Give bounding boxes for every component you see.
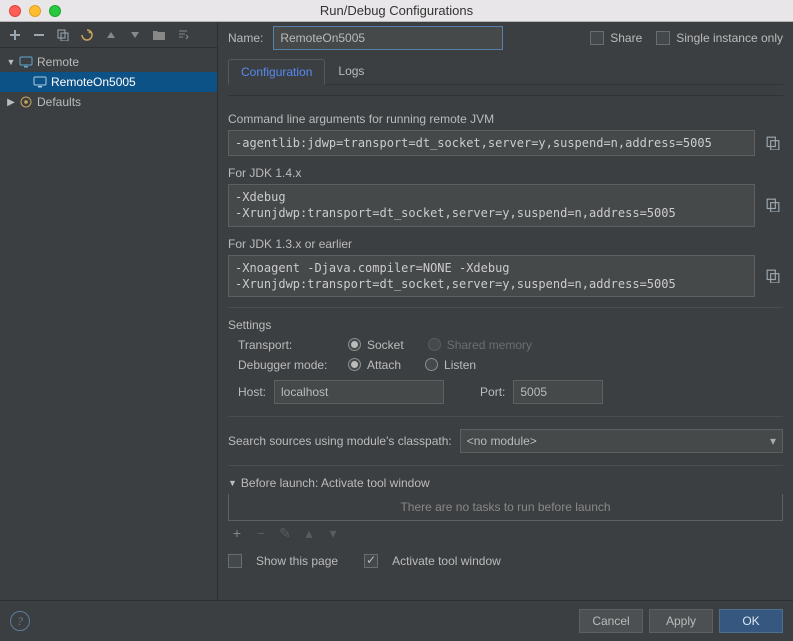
before-launch-label: Before launch: Activate tool window bbox=[241, 476, 430, 490]
copy-config-button[interactable] bbox=[56, 28, 70, 42]
before-launch-header[interactable]: ▼ Before launch: Activate tool window bbox=[228, 476, 783, 490]
module-classpath-value: <no module> bbox=[467, 434, 537, 448]
name-label: Name: bbox=[228, 31, 263, 45]
debugger-attach-radio[interactable] bbox=[348, 358, 361, 371]
configuration-panel: Command line arguments for running remot… bbox=[228, 95, 783, 600]
jdk13-heading: For JDK 1.3.x or earlier bbox=[228, 237, 783, 251]
share-label: Share bbox=[610, 31, 642, 45]
debugger-listen-label: Listen bbox=[444, 358, 476, 372]
remote-config-icon bbox=[32, 76, 48, 88]
dialog-footer: ? Cancel Apply OK bbox=[0, 600, 793, 641]
settings-heading: Settings bbox=[228, 318, 783, 332]
before-launch-empty: There are no tasks to run before launch bbox=[400, 500, 610, 514]
transport-shared-label: Shared memory bbox=[447, 338, 532, 352]
copy-button[interactable] bbox=[763, 133, 783, 153]
help-button[interactable]: ? bbox=[10, 611, 30, 631]
transport-label: Transport: bbox=[238, 338, 348, 352]
minimize-window-button[interactable] bbox=[29, 5, 41, 17]
module-classpath-row: Search sources using module's classpath:… bbox=[228, 429, 783, 453]
config-tree: ▼ Remote RemoteOn5005 ▶ Defaults bbox=[0, 48, 217, 600]
share-checkbox[interactable] bbox=[590, 31, 604, 45]
remove-config-button[interactable] bbox=[32, 28, 46, 42]
expand-toggle-icon[interactable]: ▶ bbox=[4, 97, 18, 108]
activate-tool-window-label: Activate tool window bbox=[392, 554, 501, 568]
cmd-heading: Command line arguments for running remot… bbox=[228, 112, 783, 126]
sort-button[interactable] bbox=[176, 28, 190, 42]
show-this-page-label: Show this page bbox=[256, 554, 338, 568]
ok-button[interactable]: OK bbox=[719, 609, 783, 633]
save-config-button[interactable] bbox=[80, 28, 94, 42]
expand-toggle-icon[interactable]: ▼ bbox=[4, 57, 18, 67]
single-instance-label: Single instance only bbox=[676, 31, 783, 45]
add-task-button[interactable]: + bbox=[230, 525, 244, 542]
edit-task-button: ✎ bbox=[278, 525, 292, 542]
move-task-down-button: ▾ bbox=[326, 525, 340, 542]
maximize-window-button[interactable] bbox=[49, 5, 61, 17]
before-launch-toolbar: + − ✎ ▴ ▾ bbox=[228, 521, 783, 546]
tab-logs[interactable]: Logs bbox=[325, 58, 377, 84]
config-tree-sidebar: ▼ Remote RemoteOn5005 ▶ Defaults bbox=[0, 22, 218, 600]
debugger-mode-label: Debugger mode: bbox=[238, 358, 348, 372]
name-input[interactable] bbox=[273, 26, 503, 50]
port-label: Port: bbox=[480, 385, 505, 399]
remote-config-icon bbox=[18, 56, 34, 68]
collapse-toggle-icon[interactable]: ▼ bbox=[228, 478, 237, 488]
close-window-button[interactable] bbox=[9, 5, 21, 17]
tab-bar: Configuration Logs bbox=[228, 58, 783, 85]
activate-tool-window-checkbox[interactable] bbox=[364, 554, 378, 568]
show-this-page-checkbox[interactable] bbox=[228, 554, 242, 568]
single-instance-checkbox[interactable] bbox=[656, 31, 670, 45]
window-titlebar: Run/Debug Configurations bbox=[0, 0, 793, 22]
copy-button[interactable] bbox=[763, 195, 783, 215]
transport-shared-radio bbox=[428, 338, 441, 351]
transport-row: Transport: Socket Shared memory bbox=[238, 338, 783, 352]
module-classpath-select[interactable]: <no module> ▾ bbox=[460, 429, 783, 453]
window-title: Run/Debug Configurations bbox=[0, 3, 793, 18]
transport-socket-label: Socket bbox=[367, 338, 404, 352]
tab-configuration[interactable]: Configuration bbox=[228, 59, 325, 85]
before-launch-task-list: There are no tasks to run before launch bbox=[228, 494, 783, 521]
window-controls bbox=[0, 5, 61, 17]
settings-icon bbox=[18, 96, 34, 108]
add-config-button[interactable] bbox=[8, 28, 22, 42]
debugger-mode-row: Debugger mode: Attach Listen bbox=[238, 358, 783, 372]
move-task-up-button: ▴ bbox=[302, 525, 316, 542]
cancel-button[interactable]: Cancel bbox=[579, 609, 643, 633]
debugger-attach-label: Attach bbox=[367, 358, 401, 372]
tree-node-label: Defaults bbox=[37, 95, 81, 109]
module-classpath-label: Search sources using module's classpath: bbox=[228, 434, 452, 448]
tree-node-label: Remote bbox=[37, 55, 79, 69]
content-area: Name: Share Single instance only Configu… bbox=[218, 22, 793, 600]
port-input[interactable] bbox=[513, 380, 603, 404]
host-label: Host: bbox=[238, 385, 266, 399]
tree-node-remote[interactable]: ▼ Remote bbox=[0, 52, 217, 72]
jdk14-heading: For JDK 1.4.x bbox=[228, 166, 783, 180]
cmd-main-args[interactable]: -agentlib:jdwp=transport=dt_socket,serve… bbox=[228, 130, 755, 156]
folder-button[interactable] bbox=[152, 28, 166, 42]
copy-button[interactable] bbox=[763, 266, 783, 286]
move-up-button[interactable] bbox=[104, 28, 118, 42]
chevron-down-icon: ▾ bbox=[770, 434, 776, 448]
name-row: Name: Share Single instance only bbox=[228, 26, 783, 50]
apply-button[interactable]: Apply bbox=[649, 609, 713, 633]
cmd-jdk13-args[interactable]: -Xnoagent -Djava.compiler=NONE -Xdebug -… bbox=[228, 255, 755, 297]
tree-node-defaults[interactable]: ▶ Defaults bbox=[0, 92, 217, 112]
debugger-listen-radio[interactable] bbox=[425, 358, 438, 371]
transport-socket-radio[interactable] bbox=[348, 338, 361, 351]
host-port-row: Host: Port: bbox=[238, 380, 783, 404]
move-down-button[interactable] bbox=[128, 28, 142, 42]
host-input[interactable] bbox=[274, 380, 444, 404]
tree-node-label: RemoteOn5005 bbox=[51, 75, 136, 89]
remove-task-button: − bbox=[254, 525, 268, 542]
cmd-jdk14-args[interactable]: -Xdebug -Xrunjdwp:transport=dt_socket,se… bbox=[228, 184, 755, 226]
tree-node-remote-on-5005[interactable]: RemoteOn5005 bbox=[0, 72, 217, 92]
sidebar-toolbar bbox=[0, 22, 217, 48]
